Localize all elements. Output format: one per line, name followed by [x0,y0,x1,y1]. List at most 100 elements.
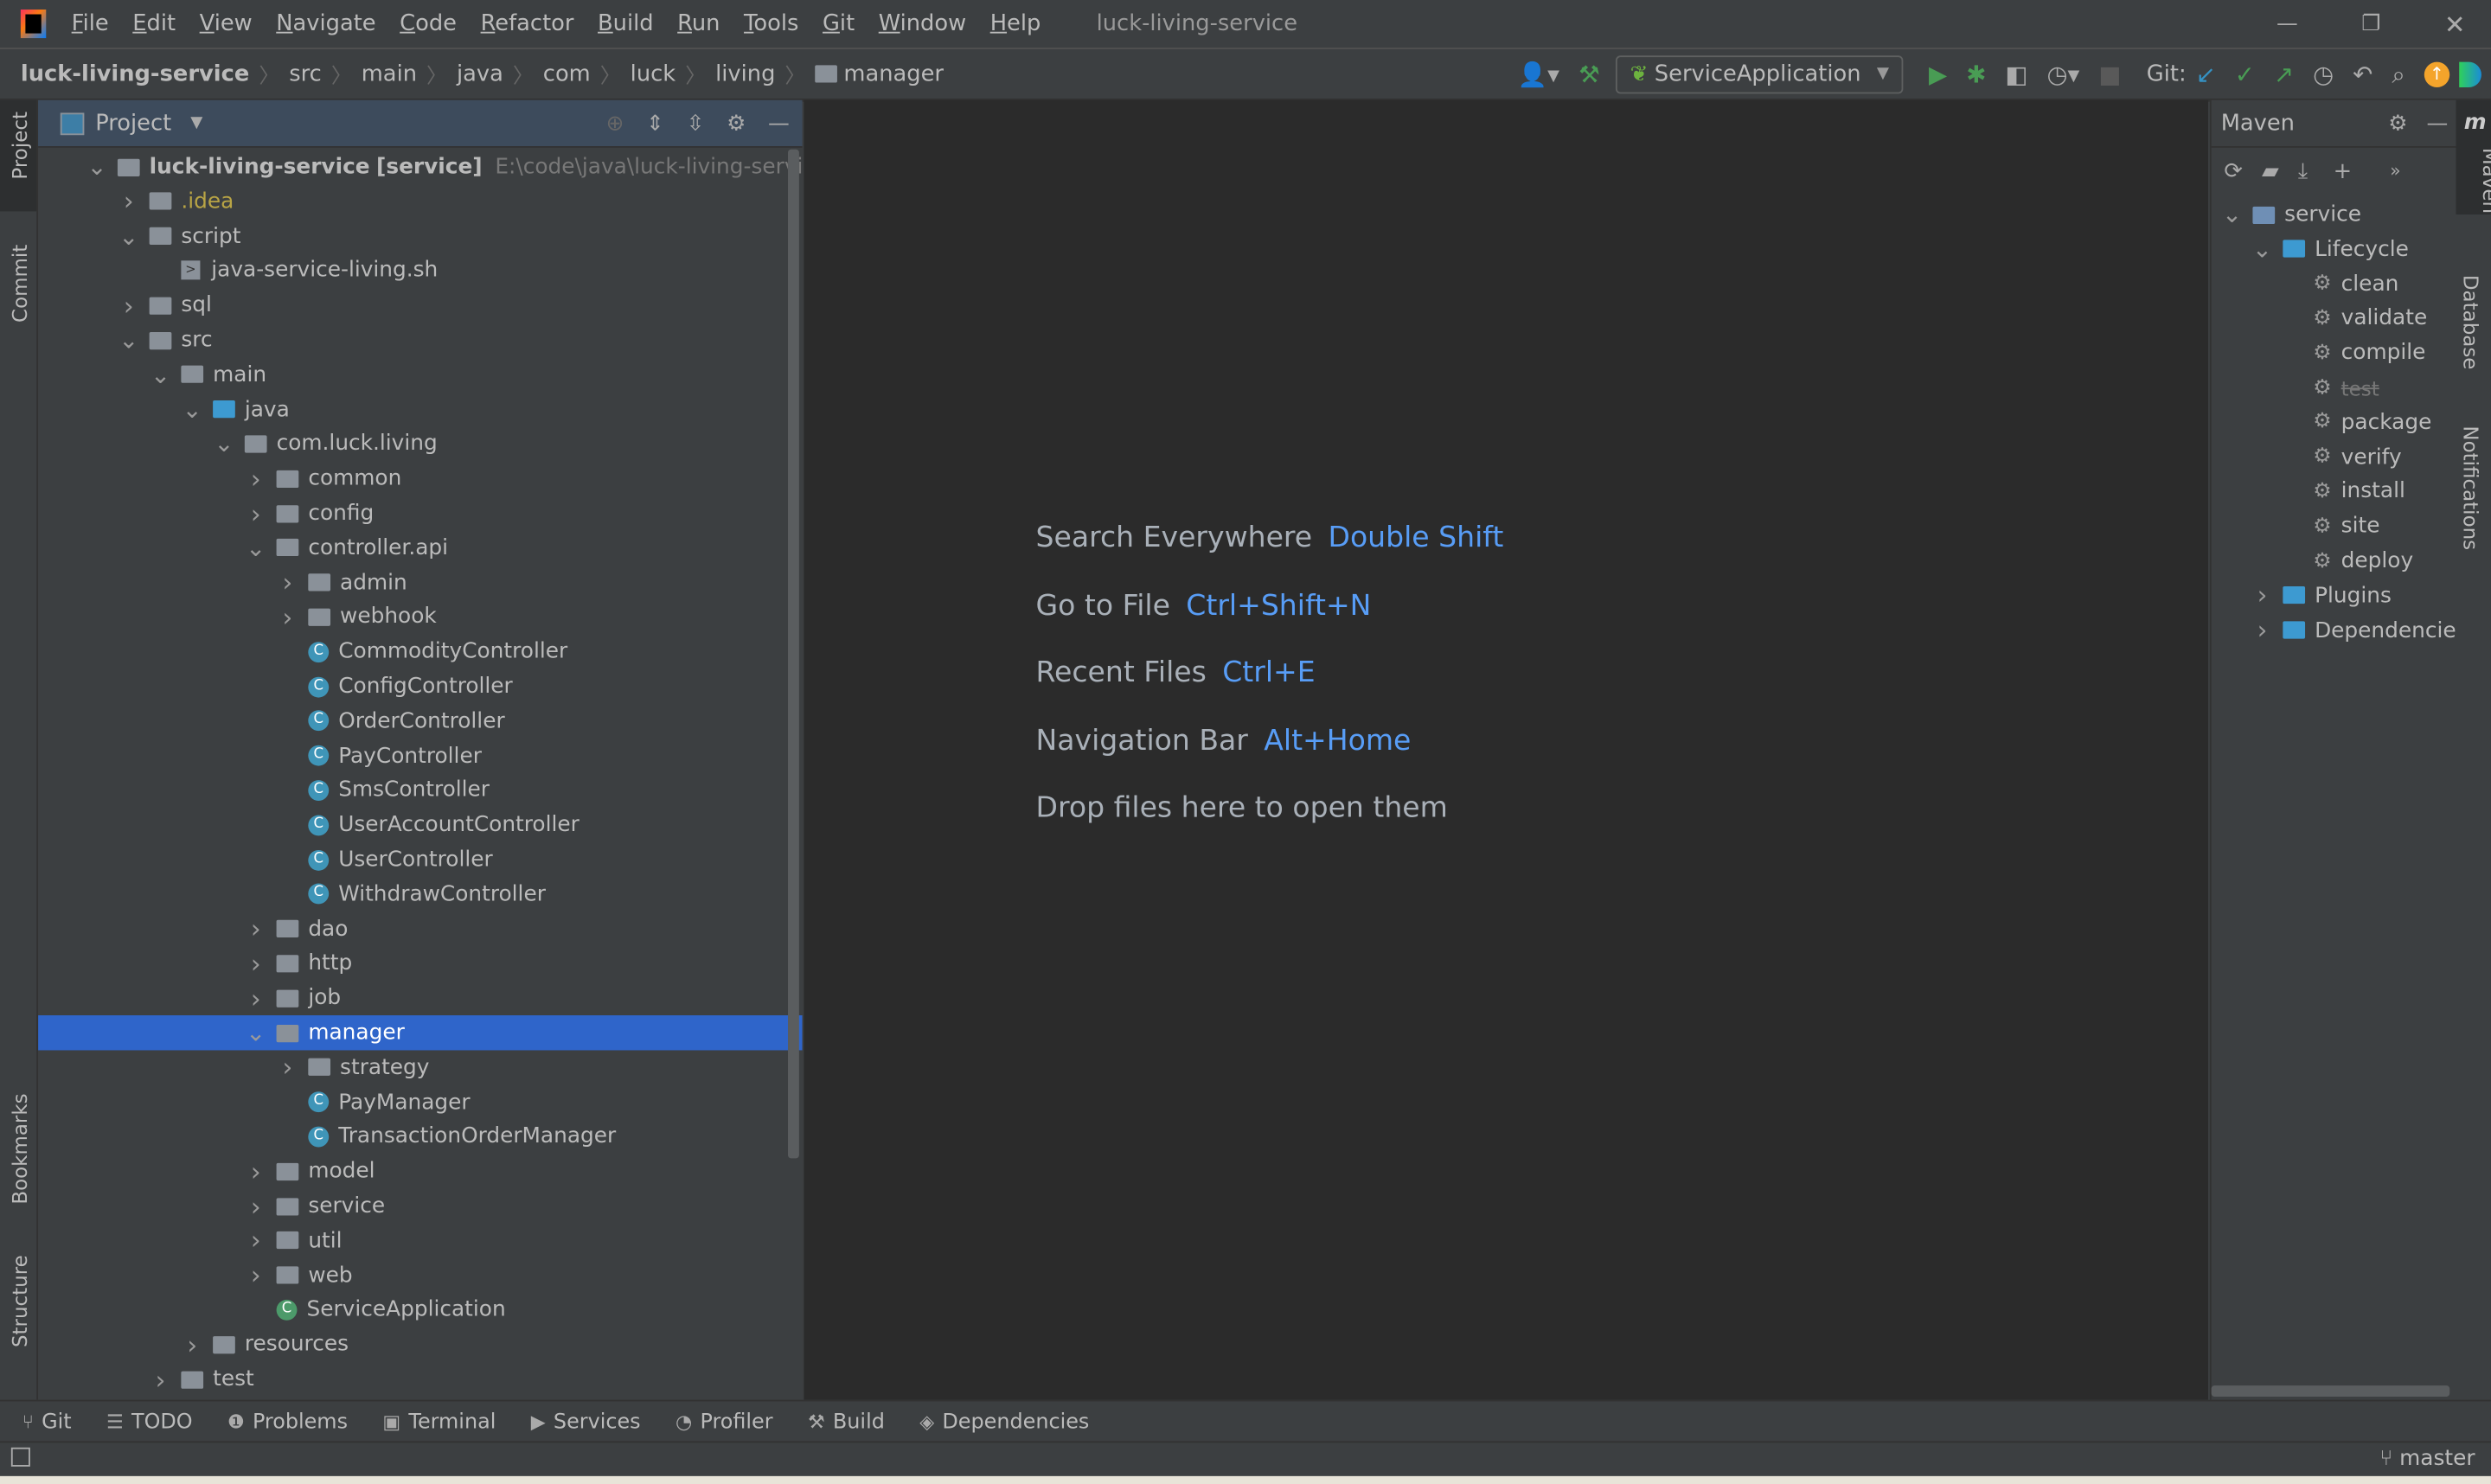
stop-icon[interactable]: ■ [2098,60,2121,88]
chevron-down-icon[interactable]: ⌄ [2221,202,2244,227]
tab-terminal[interactable]: ▣ Terminal [382,1411,496,1436]
breadcrumb-item[interactable]: manager [843,61,944,86]
menu-window[interactable]: Window [879,11,966,36]
tree-item[interactable]: C ConfigController [38,669,802,704]
tree-item[interactable]: › web [38,1257,802,1292]
tree-item[interactable]: ⌄ script [38,219,802,253]
tree-item[interactable]: C ServiceApplication [38,1292,802,1327]
tree-item[interactable]: C OrderController [38,704,802,739]
menu-tools[interactable]: Tools [744,11,798,36]
chevron-right-icon[interactable]: › [245,1260,267,1290]
tree-item[interactable]: › webhook [38,599,802,634]
menu-edit[interactable]: Edit [132,11,176,36]
tree-item[interactable]: C WithdrawController [38,877,802,912]
chevron-right-icon[interactable]: › [245,914,267,944]
toggle-tool-windows-icon[interactable] [10,1447,30,1467]
chevron-down-icon[interactable]: ⌄ [150,362,172,387]
git-branch-widget[interactable]: ⑂ master [2379,1446,2475,1471]
maven-tree-item[interactable]: ⚙ package [2212,405,2431,439]
tree-item[interactable]: ⌄ com.luck.living [38,426,802,461]
maven-tree-item[interactable]: ⚙ site [2212,509,2379,543]
maven-tree-item[interactable]: ⚙ validate [2212,301,2427,336]
build-hammer-icon[interactable]: ⚒ [1578,60,1600,88]
gear-icon[interactable]: ⚙ [2388,111,2407,136]
gear-icon[interactable]: ⚙ [727,111,746,136]
maven-tree-item[interactable]: ⚙ test [2212,370,2379,405]
chevron-down-icon[interactable]: ⌄ [213,432,235,457]
add-icon[interactable]: + [2334,158,2353,183]
tree-item[interactable]: C PayManager [38,1084,802,1119]
breadcrumb-item[interactable]: living [715,61,775,86]
tree-item[interactable]: ⌄ manager [38,1015,803,1051]
chevron-right-icon[interactable]: › [245,1191,267,1221]
hide-icon[interactable]: — [768,111,790,136]
tree-item[interactable]: › config [38,496,802,530]
chevron-right-icon[interactable]: › [277,602,299,632]
reload-icon[interactable]: ⟳ [2224,158,2243,183]
expand-all-icon[interactable]: ⇕ [646,111,664,136]
chevron-right-icon[interactable]: › [245,1225,267,1256]
menu-help[interactable]: Help [990,11,1041,36]
tree-item[interactable]: ⌄ luck-living-service [service] E:\code\jav… [38,150,802,184]
tree-item[interactable]: > java-service-living.sh [38,253,802,288]
tree-item[interactable]: › resources [38,1327,802,1361]
tree-item[interactable]: C UserController [38,842,802,877]
chevron-right-icon[interactable]: › [245,498,267,528]
chevron-right-icon[interactable]: › [2251,615,2274,645]
chevron-down-icon[interactable]: ⌄ [245,536,267,560]
chevron-right-icon[interactable]: › [150,1364,172,1394]
update-icon[interactable]: ↑ [2424,61,2450,87]
tree-item[interactable]: › model [38,1154,802,1188]
chevron-right-icon[interactable]: › [2251,580,2274,611]
tree-scrollbar[interactable] [788,149,799,1159]
tree-item[interactable]: › strategy [38,1050,802,1084]
chevron-right-icon[interactable]: › [245,949,267,979]
chevron-down-icon[interactable]: ▼ [190,114,202,131]
chevron-right-icon[interactable]: › [277,567,299,598]
code-with-me-icon[interactable] [2459,61,2481,87]
git-commit-icon[interactable]: ✓ [2235,60,2255,88]
breadcrumb-item[interactable]: com [543,61,591,86]
maven-hscrollbar[interactable] [2211,1385,2450,1397]
tree-item[interactable]: › test [38,1362,802,1397]
tool-window-database[interactable]: Database [2459,275,2483,370]
tree-item[interactable]: ⌄ main [38,357,802,392]
git-push-icon[interactable]: ↗ [2274,60,2294,88]
tree-item[interactable]: ⌄ java [38,392,802,426]
menu-navigate[interactable]: Navigate [276,11,375,36]
maven-tree-item[interactable]: › Dependencies [2212,612,2468,647]
add-folder-icon[interactable]: ▰ [2262,158,2279,183]
hide-icon[interactable]: — [2427,111,2449,136]
debug-icon[interactable]: ✱ [1966,60,1986,88]
locate-icon[interactable]: ⊕ [606,111,624,136]
chevron-down-icon[interactable]: ⌄ [245,1020,267,1045]
maven-tree-item[interactable]: ⚙ install [2212,474,2405,509]
chevron-right-icon[interactable]: › [118,187,140,217]
breadcrumb-item[interactable]: java [457,61,503,86]
tree-item[interactable]: › util [38,1223,802,1257]
tree-item[interactable]: › .idea [38,184,802,219]
menu-view[interactable]: View [200,11,253,36]
chevron-down-icon[interactable]: ⌄ [118,224,140,248]
tool-window-project[interactable]: Project [8,112,32,180]
chevron-right-icon[interactable]: › [118,291,140,321]
tree-item[interactable]: C PayController [38,739,802,773]
restore-button[interactable]: ❐ [2361,11,2380,36]
coverage-icon[interactable]: ◧ [2005,60,2027,88]
tree-item[interactable]: › common [38,461,802,496]
maven-tree-item[interactable]: ⚙ clean [2212,266,2398,301]
chevron-right-icon[interactable]: › [245,983,267,1014]
collapse-all-icon[interactable]: ⇳ [687,111,705,136]
tool-window-bookmarks[interactable]: Bookmarks [8,1093,32,1204]
download-icon[interactable]: ⤓ [2298,158,2308,183]
tree-item[interactable]: › service [38,1188,802,1223]
menu-git[interactable]: Git [823,11,855,36]
tree-item[interactable]: C UserAccountController [38,808,802,842]
chevron-down-icon[interactable]: ⌄ [181,397,203,421]
tree-item[interactable]: › dao [38,912,802,946]
more-icon[interactable]: » [2390,161,2400,182]
project-view-select[interactable]: Project [95,111,171,136]
tool-window-structure[interactable]: Structure [8,1255,32,1347]
tree-item[interactable]: C TransactionOrderManager [38,1119,802,1154]
maven-tree-item[interactable]: ⚙ deploy [2212,543,2413,578]
